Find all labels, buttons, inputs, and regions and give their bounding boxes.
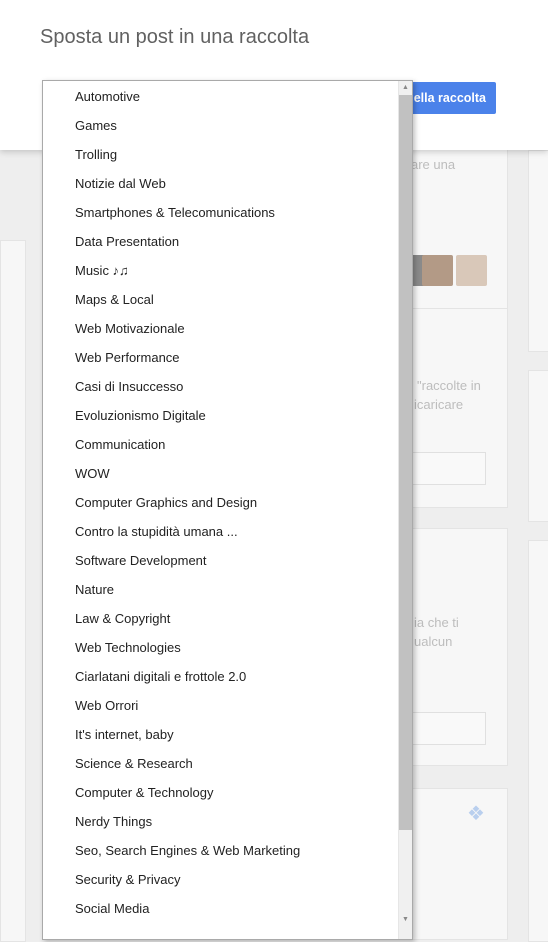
background-text: ia che ti [414,615,459,630]
collection-option[interactable]: Casi di Insuccesso [43,372,400,401]
collection-option[interactable]: Contro la stupidità umana ... [43,517,400,546]
scroll-down-arrow-icon[interactable]: ▼ [399,913,412,927]
collection-option[interactable]: Ciarlatani digitali e frottole 2.0 [43,662,400,691]
collection-option[interactable]: Trolling [43,140,400,169]
collection-option[interactable]: Science & Research [43,749,400,778]
grid-dots-icon: ❖ [467,803,485,825]
collection-option[interactable]: Communication [43,430,400,459]
collection-option[interactable]: Web Performance [43,343,400,372]
background-card-4 [400,788,508,940]
collection-option[interactable]: Music ♪♫ [43,256,400,285]
background-text: are una [411,157,456,172]
background-card-right-edge [528,150,548,352]
collection-option[interactable]: WOW [43,459,400,488]
collection-option[interactable]: Evoluzionismo Digitale [43,401,400,430]
dialog-title: Sposta un post in una raccolta [40,26,310,48]
scroll-up-arrow-icon[interactable]: ▲ [399,81,412,95]
collection-option[interactable]: Software Development [43,546,400,575]
collection-option[interactable]: Nerdy Things [43,807,400,836]
collection-option[interactable]: Web Technologies [43,633,400,662]
background-card-right-edge-3 [528,540,548,942]
collection-option[interactable]: Web Motivazionale [43,314,400,343]
collection-option[interactable]: Web Orrori [43,691,400,720]
collection-option[interactable]: Smartphones & Telecomunications [43,198,400,227]
collection-options: Automotive Games Trolling Notizie dal Web Sm… [43,82,400,923]
background-card-left [0,240,26,942]
collection-option[interactable]: Data Presentation [43,227,400,256]
scroll-thumb[interactable] [399,95,412,830]
collection-option[interactable]: Computer & Technology [43,778,400,807]
dropdown-scrollbar[interactable]: ▲ ▼ [398,81,412,939]
avatar [422,255,453,286]
collection-option[interactable]: Social Media [43,894,400,923]
collection-option[interactable]: Law & Copyright [43,604,400,633]
collection-option[interactable]: Nature [43,575,400,604]
collection-option[interactable]: Notizie dal Web [43,169,400,198]
background-text: "raccolte in [417,378,481,393]
background-text: icaricare [414,397,464,412]
background-text: ualcun [414,634,453,649]
collection-option[interactable]: Seo, Search Engines & Web Marketing [43,836,400,865]
avatar [456,255,487,286]
collection-option[interactable]: It's internet, baby [43,720,400,749]
collection-option[interactable]: Security & Privacy [43,865,400,894]
collection-option[interactable]: Games [43,111,400,140]
collection-option[interactable]: Automotive [43,82,400,111]
background-card-right-edge-2 [528,370,548,522]
collection-option[interactable]: Computer Graphics and Design [43,488,400,517]
collection-dropdown-list[interactable]: Automotive Games Trolling Notizie dal Web Sm… [42,80,413,940]
collection-option[interactable]: Maps & Local [43,285,400,314]
